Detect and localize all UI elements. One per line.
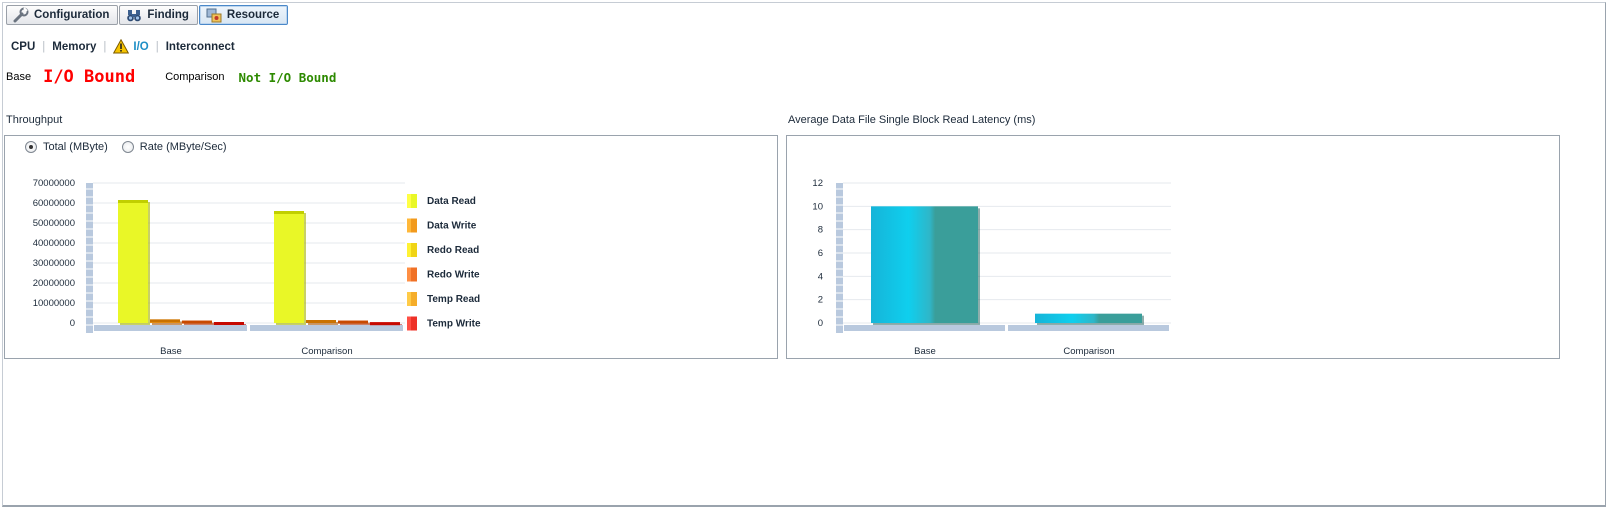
- subnav-separator: |: [155, 40, 159, 53]
- y-tick-label: 0: [70, 318, 75, 329]
- tab-finding[interactable]: Finding: [119, 5, 198, 25]
- comparison-label: Comparison: [165, 71, 225, 83]
- bar-top: [306, 320, 336, 323]
- legend-label: Redo Read: [427, 245, 479, 256]
- chart-floor: [844, 325, 1005, 331]
- subnav-cpu[interactable]: CPU: [11, 41, 35, 53]
- legend-swatch-highlight: [407, 292, 411, 306]
- warning-icon: [113, 38, 130, 54]
- latency-bar: [871, 206, 978, 323]
- latency-chart: 0 2 4 6 8 10 12 Base Comparison: [812, 178, 1171, 357]
- wrench-icon: [13, 7, 29, 23]
- y-tick-label: 10000000: [33, 298, 75, 309]
- x-tick-label: Comparison: [301, 346, 352, 357]
- latency-bar: [1035, 313, 1142, 323]
- tab-configuration-label: Configuration: [34, 9, 110, 21]
- y-tick-label: 70000000: [33, 178, 75, 189]
- tab-resource[interactable]: Resource: [198, 5, 289, 25]
- y-tick-label: 2: [818, 295, 823, 306]
- legend-swatch-highlight: [407, 243, 411, 257]
- subnav-separator: |: [42, 40, 46, 53]
- chart-floor: [250, 325, 403, 331]
- x-tick-label: Comparison: [1063, 346, 1114, 357]
- latency-panel: 0 2 4 6 8 10 12 Base Comparison: [786, 135, 1560, 359]
- resource-icon: [206, 7, 222, 23]
- x-tick-label: Base: [160, 346, 182, 357]
- latency-title: Average Data File Single Block Read Late…: [788, 114, 1036, 126]
- bar-data-read: [274, 211, 304, 323]
- bar-data-read: [118, 200, 148, 323]
- y-tick-label: 12: [812, 178, 823, 189]
- bar-top: [118, 200, 148, 203]
- legend-swatch-highlight: [407, 267, 411, 282]
- y-tick-label: 50000000: [33, 218, 75, 229]
- subnav-separator: |: [103, 40, 107, 53]
- subnav-io[interactable]: I/O: [133, 41, 148, 53]
- subnav-interconnect[interactable]: Interconnect: [166, 41, 235, 53]
- bar-top: [182, 320, 212, 324]
- legend-label: Redo Write: [427, 270, 480, 281]
- bar-top: [150, 319, 180, 323]
- x-tick-label: Base: [914, 346, 936, 357]
- base-label: Base: [6, 71, 32, 83]
- bar-top: [214, 322, 244, 325]
- bar-top: [370, 322, 400, 326]
- throughput-chart: 0 10000000 20000000 30000000 40000000 5000000…: [33, 178, 481, 357]
- legend-label: Temp Write: [427, 319, 481, 330]
- y-tick-label: 20000000: [33, 278, 75, 289]
- legend-swatch-highlight: [407, 194, 411, 208]
- y-tick-label: 8: [818, 225, 823, 236]
- legend-label: Data Read: [427, 196, 476, 207]
- tab-finding-label: Finding: [147, 9, 189, 21]
- legend-swatch-highlight: [407, 218, 411, 233]
- resource-subnav: CPU | Memory | I/O | Interconnect: [11, 38, 235, 54]
- y-tick-label: 10: [812, 201, 823, 212]
- tab-resource-label: Resource: [226, 9, 280, 21]
- chart-floor: [94, 325, 247, 331]
- base-status-value: I/O Bound: [43, 67, 136, 87]
- y-tick-label: 6: [818, 248, 823, 259]
- y-tick-label: 4: [818, 271, 823, 282]
- bar-top: [274, 211, 304, 214]
- io-bound-status: Base I/O Bound Comparison Not I/O Bound: [6, 66, 336, 88]
- y-tick-label: 30000000: [33, 258, 75, 269]
- throughput-title: Throughput: [6, 114, 63, 126]
- subnav-memory[interactable]: Memory: [52, 41, 96, 53]
- legend-swatch-highlight: [407, 316, 411, 331]
- tab-configuration[interactable]: Configuration: [6, 5, 119, 25]
- y-tick-label: 60000000: [33, 198, 75, 209]
- legend-label: Data Write: [427, 221, 477, 232]
- binoculars-icon: [126, 7, 142, 23]
- legend-label: Temp Read: [427, 294, 480, 305]
- throughput-panel: Total (MByte) Rate (MByte/Sec) 0 10000000…: [4, 135, 778, 359]
- y-tick-label: 0: [818, 318, 823, 329]
- bar-top: [338, 320, 368, 324]
- y-tick-label: 40000000: [33, 238, 75, 249]
- chart-floor: [1008, 325, 1169, 331]
- tab-bar: Configuration Finding Resource: [6, 5, 289, 25]
- comparison-status-value: Not I/O Bound: [238, 69, 337, 85]
